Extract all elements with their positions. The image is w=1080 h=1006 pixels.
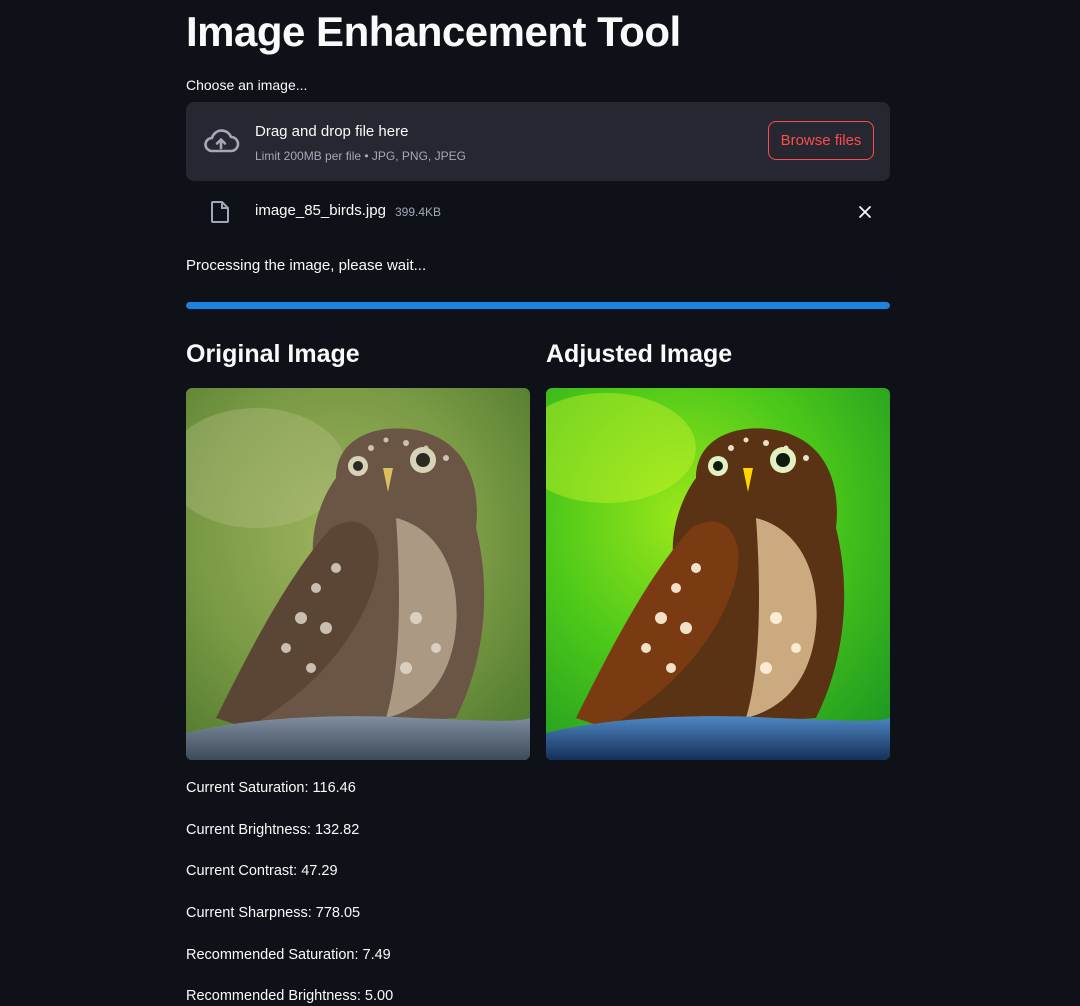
metric-recommended-saturation: Recommended Saturation: 7.49 (186, 947, 391, 963)
metric-current-saturation: Current Saturation: 116.46 (186, 780, 356, 796)
metric-current-contrast: Current Contrast: 47.29 (186, 863, 338, 879)
uploader-label: Choose an image... (186, 77, 308, 93)
metric-recommended-brightness: Recommended Brightness: 5.00 (186, 988, 394, 1004)
progress-bar-fill (186, 302, 890, 309)
cloud-upload-icon (204, 129, 240, 153)
original-image (186, 388, 530, 760)
close-icon[interactable] (858, 205, 872, 219)
metric-current-sharpness: Current Sharpness: 778.05 (186, 905, 361, 921)
file-dropzone[interactable]: Drag and drop file here Limit 200MB per … (186, 102, 890, 181)
file-icon (211, 201, 229, 223)
dropzone-instruction: Drag and drop file here (255, 123, 409, 140)
page-title: Image Enhancement Tool (186, 8, 681, 55)
adjusted-image-title: Adjusted Image (546, 340, 733, 368)
uploaded-file-row: image_85_birds.jpg 399.4KB (186, 196, 890, 228)
dropzone-limit-text: Limit 200MB per file • JPG, PNG, JPEG (255, 149, 466, 163)
metric-current-brightness: Current Brightness: 132.82 (186, 822, 360, 838)
status-text: Processing the image, please wait... (186, 257, 427, 274)
original-image-title: Original Image (186, 340, 360, 368)
uploaded-file-size: 399.4KB (395, 205, 442, 219)
progress-bar (186, 302, 890, 309)
adjusted-image (546, 388, 890, 760)
browse-files-button[interactable]: Browse files (768, 121, 874, 160)
uploaded-file-name: image_85_birds.jpg (255, 202, 386, 219)
